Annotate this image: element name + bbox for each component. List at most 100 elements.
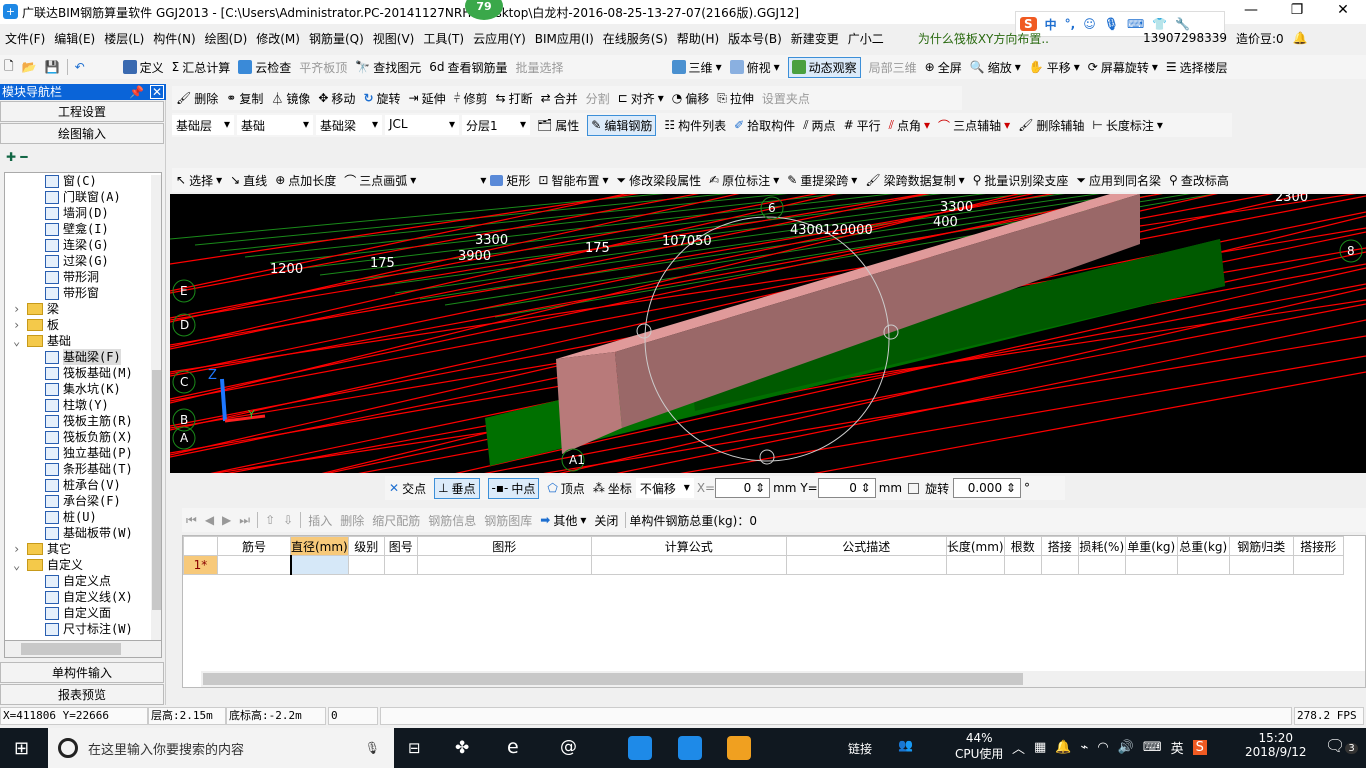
break-button[interactable]: ⇆ 打断 (496, 90, 533, 107)
menu-cloud[interactable]: 云应用(Y) (473, 30, 526, 47)
tree-item[interactable]: 带形窗 (5, 285, 161, 301)
pick-component-button[interactable]: ✐ 拾取构件 (734, 117, 795, 134)
maximize-button[interactable]: ❐ (1274, 2, 1320, 22)
column-header[interactable]: 筋号 (217, 536, 291, 556)
table-cell[interactable] (217, 555, 291, 575)
table-cell[interactable] (289, 555, 349, 575)
tree-item[interactable]: 壁龛(I) (5, 221, 161, 237)
insert-row-button[interactable]: 插入 (308, 512, 332, 529)
fullscreen-button[interactable]: ⊕ 全屏 (925, 59, 962, 76)
menu-rebar[interactable]: 钢筋量(Q) (309, 30, 364, 47)
screen-rotate-button[interactable]: ⟳ 屏幕旋转 ▾ (1088, 59, 1158, 76)
notes-app-icon[interactable] (727, 736, 751, 760)
fan-app-icon[interactable]: ✤ (455, 738, 469, 758)
tree-item[interactable]: 筏板负筋(X) (5, 429, 161, 445)
microphone-icon[interactable]: 🎙 (365, 741, 380, 755)
tree-item[interactable]: 自定义线(X) (5, 589, 161, 605)
menu-assistant[interactable]: 广小二 (848, 30, 884, 47)
select-tool-button[interactable]: ↖ 选择 ▾ (176, 172, 222, 189)
menu-online[interactable]: 在线服务(S) (603, 30, 668, 47)
3d-viewport[interactable]: Z Y 3300 400 2300 3300 3900 175 107050 4… (170, 194, 1366, 473)
table-cell[interactable] (1228, 555, 1294, 575)
wifi-icon[interactable]: ◠ (1097, 740, 1108, 755)
table-cell[interactable] (1077, 555, 1126, 575)
find-element-button[interactable]: 🔭 查找图元 (355, 59, 421, 76)
menu-version[interactable]: 版本号(B) (728, 30, 782, 47)
arc-dropdown[interactable]: ▾ (480, 173, 486, 187)
volume-icon[interactable]: 🔊 (1118, 740, 1134, 755)
point-length-button[interactable]: ⊕ 点加长度 (275, 172, 336, 189)
expand-chevron-icon[interactable]: ⌄ (13, 557, 27, 573)
type-select[interactable]: 基础梁 ▾ (316, 115, 382, 135)
category-select[interactable]: 基础 ▾ (237, 115, 313, 135)
top-view-button[interactable]: 俯视 ▾ (729, 59, 780, 76)
snap-intersection-button[interactable]: ✕ 交点 (389, 480, 426, 497)
viewport-canvas[interactable]: Z Y 3300 400 2300 3300 3900 175 107050 4… (170, 194, 1366, 473)
table-cell[interactable] (785, 555, 947, 575)
table-cell[interactable] (383, 555, 418, 575)
tree-item[interactable]: 桩(U) (5, 509, 161, 525)
row-header[interactable]: 1* (183, 555, 218, 575)
component-list-button[interactable]: ☷ 构件列表 (664, 117, 726, 134)
menu-file[interactable]: 文件(F) (5, 30, 45, 47)
offset-button[interactable]: ◔ 偏移 (672, 90, 710, 107)
x-input[interactable]: 0 ⇕ (715, 478, 771, 498)
mirror-button[interactable]: ⏃ 镜像 (271, 90, 310, 107)
question-link[interactable]: 为什么筏板XY方向布置.. (918, 30, 1049, 47)
batch-select-button[interactable]: 批量选择 (516, 59, 564, 76)
column-header[interactable]: 图形 (416, 536, 592, 556)
column-header[interactable]: 单重(kg) (1124, 536, 1178, 556)
sogou-tray-icon[interactable]: S (1192, 740, 1207, 755)
copy-button[interactable]: ⚭ 复制 (226, 90, 263, 107)
move-up-button[interactable]: ⇧ (265, 513, 275, 527)
parallel-axis-button[interactable]: # 平行 (844, 117, 881, 134)
cloud-check-button[interactable]: 云检查 (238, 59, 291, 76)
tree-item[interactable]: 柱墩(Y) (5, 397, 161, 413)
menu-tools[interactable]: 工具(T) (423, 30, 464, 47)
split-button[interactable]: 分割 (586, 90, 610, 107)
other-button[interactable]: ➡ 其他 ▾ (540, 512, 586, 529)
column-header[interactable]: 级别 (347, 536, 385, 556)
extend-button[interactable]: ⇥ 延伸 (409, 90, 446, 107)
rotate-button[interactable]: ↻ 旋转 (363, 90, 400, 107)
tree-item[interactable]: 带形洞 (5, 269, 161, 285)
tree-item[interactable]: › 梁 (5, 301, 161, 317)
pan-button[interactable]: ✋ 平移 ▾ (1029, 59, 1080, 76)
menu-new-change[interactable]: 新建变更 (791, 30, 839, 47)
menu-draw[interactable]: 绘图(D) (205, 30, 248, 47)
align-button[interactable]: ⊏ 对齐 ▾ (618, 90, 664, 107)
last-record-button[interactable]: ⏭ (239, 513, 250, 528)
taskbar-search[interactable]: 在这里输入你要搜索的内容 🎙 (48, 728, 394, 768)
column-header[interactable]: 根数 (1003, 536, 1042, 556)
new-file-icon[interactable]: 🗋 (4, 57, 14, 78)
rebar-info-button[interactable]: 钢筋信息 (428, 512, 476, 529)
table-cell[interactable] (1124, 555, 1178, 575)
drawing-input-button[interactable]: 绘图输入 (0, 123, 164, 144)
tree-item[interactable]: 墙洞(D) (5, 205, 161, 221)
column-header[interactable]: 图号 (383, 536, 418, 556)
layer-select[interactable]: 分层1 ▾ (462, 115, 530, 135)
column-header[interactable]: 公式描述 (785, 536, 947, 556)
bell-icon[interactable]: 🔔 (1293, 31, 1308, 45)
expand-chevron-icon[interactable]: ⌄ (13, 333, 27, 349)
tree-item[interactable]: 基础梁(F) (5, 349, 161, 365)
tray-expand-icon[interactable]: ︿ (1012, 738, 1025, 757)
user-phone[interactable]: 13907298339 (1143, 31, 1227, 45)
zoom-button[interactable]: 🔍 缩放 ▾ (970, 59, 1021, 76)
apply-same-name-button[interactable]: ⏷ 应用到同名梁 (1076, 172, 1161, 189)
batch-identify-support-button[interactable]: ⚲ 批量识别梁支座 (973, 172, 1069, 189)
table-cell[interactable] (945, 555, 1005, 575)
expand-chevron-icon[interactable]: › (13, 301, 27, 317)
snap-coordinate-button[interactable]: ⁂ 坐标 (593, 480, 632, 497)
menu-component[interactable]: 构件(N) (153, 30, 195, 47)
tree-item[interactable]: 筏板基础(M) (5, 365, 161, 381)
menu-view[interactable]: 视图(V) (373, 30, 415, 47)
orbit-button[interactable]: 动态观察 (787, 56, 861, 78)
floor-select[interactable]: 基础层 ▾ (172, 115, 234, 135)
table-cell[interactable] (347, 555, 385, 575)
tree-item[interactable]: 条形基础(T) (5, 461, 161, 477)
ggj-app-icon[interactable] (678, 736, 702, 760)
tree-item[interactable]: 尺寸标注(W) (5, 621, 161, 637)
modify-segment-button[interactable]: ⏷ 修改梁段属性 (616, 172, 701, 189)
snap-midpoint-button[interactable]: -▪- 中点 (487, 477, 540, 499)
